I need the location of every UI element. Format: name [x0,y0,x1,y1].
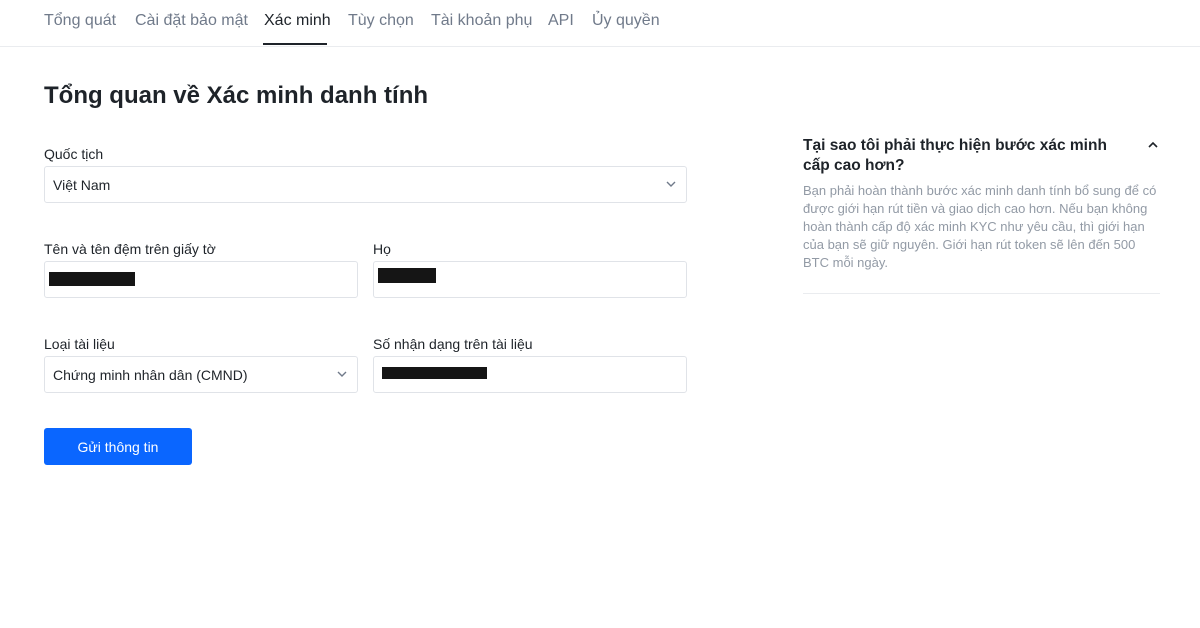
faq-panel: Tại sao tôi phải thực hiện bước xác minh… [803,136,1160,272]
redacted-document-number [382,367,487,379]
document-number-field[interactable] [373,356,687,393]
document-type-label: Loại tài liệu [44,336,115,352]
first-name-field[interactable] [44,261,358,298]
chevron-down-icon [337,371,347,377]
tab-authorization[interactable]: Ủy quyền [592,12,660,30]
last-name-label: Họ [373,241,391,257]
tab-overview[interactable]: Tổng quát [44,12,116,30]
tab-sub-accounts[interactable]: Tài khoản phụ [431,12,532,30]
divider [803,293,1160,294]
active-tab-indicator [263,43,327,45]
redacted-last-name [378,268,436,283]
chevron-up-icon[interactable] [1148,141,1158,149]
faq-answer: Bạn phải hoàn thành bước xác minh danh t… [803,183,1157,270]
document-type-value: Chứng minh nhân dân (CMND) [53,367,248,383]
chevron-down-icon [666,181,676,187]
tab-security-settings[interactable]: Cài đặt bảo mật [135,12,248,30]
redacted-first-name [49,272,135,286]
document-type-select[interactable]: Chứng minh nhân dân (CMND) [44,356,358,393]
submit-button[interactable]: Gửi thông tin [44,428,192,465]
page-title: Tổng quan về Xác minh danh tính [44,82,429,109]
nationality-label: Quốc tịch [44,146,104,162]
account-tab-bar: Tổng quát Cài đặt bảo mật Xác minh Tùy c… [0,0,1200,47]
nationality-select[interactable]: Việt Nam [44,166,687,203]
first-name-label: Tên và tên đệm trên giấy tờ [44,241,216,257]
tab-verification[interactable]: Xác minh [264,12,331,30]
tab-api[interactable]: API [548,12,574,30]
faq-question[interactable]: Tại sao tôi phải thực hiện bước xác minh… [803,136,1133,176]
tab-preferences[interactable]: Tùy chọn [348,12,414,30]
document-number-label: Số nhận dạng trên tài liệu [373,336,533,352]
last-name-field[interactable] [373,261,687,298]
nationality-value: Việt Nam [53,177,111,193]
